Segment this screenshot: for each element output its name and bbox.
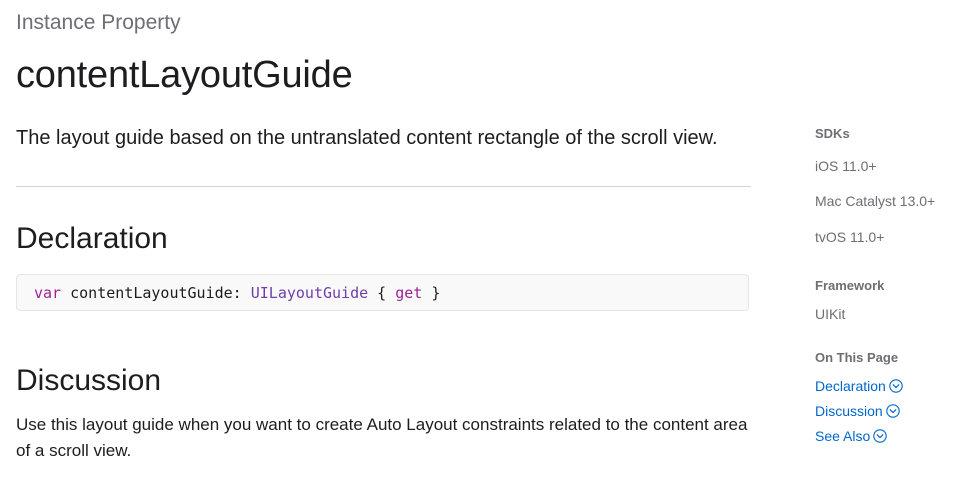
on-this-page-link-see-also[interactable]: See Also xyxy=(815,427,888,445)
sdks-label: SDKs xyxy=(815,126,850,141)
declaration-code-block: var contentLayoutGuide: UILayoutGuide { … xyxy=(16,274,749,311)
abstract: The layout guide based on the untranslat… xyxy=(16,127,718,149)
on-this-page-link-discussion[interactable]: Discussion xyxy=(815,402,900,420)
page-title: contentLayoutGuide xyxy=(16,54,353,96)
chevron-down-circle-icon xyxy=(885,404,900,418)
on-this-page-link-declaration[interactable]: Declaration xyxy=(815,377,903,395)
code-property-name: contentLayoutGuide: xyxy=(61,284,251,302)
documentation-page: Instance Property contentLayoutGuide The… xyxy=(0,0,963,484)
declaration-heading: Declaration xyxy=(16,222,168,255)
framework-label: Framework xyxy=(815,278,885,293)
sdk-tvos: tvOS 11.0+ xyxy=(815,229,885,245)
link-label: Discussion xyxy=(815,403,883,419)
declaration-code: var contentLayoutGuide: UILayoutGuide { … xyxy=(34,284,440,302)
sdk-ios: iOS 11.0+ xyxy=(815,158,877,174)
framework-uikit-link[interactable]: UIKit xyxy=(815,305,845,323)
code-brace-close: } xyxy=(422,284,441,302)
chevron-down-circle-icon xyxy=(889,379,903,393)
chevron-down-circle-icon xyxy=(873,429,888,443)
code-keyword-get: get xyxy=(395,284,423,302)
discussion-heading: Discussion xyxy=(16,364,162,397)
link-label: See Also xyxy=(815,428,871,444)
symbol-kind: Instance Property xyxy=(16,11,181,34)
divider xyxy=(16,186,751,187)
code-keyword-var: var xyxy=(34,284,62,302)
link-label: Declaration xyxy=(815,378,886,394)
code-type-link[interactable]: UILayoutGuide xyxy=(251,284,368,302)
discussion-text: Use this layout guide when you want to c… xyxy=(16,415,748,460)
sdk-mac-catalyst: Mac Catalyst 13.0+ xyxy=(815,193,936,209)
code-brace-open: { xyxy=(368,284,396,302)
on-this-page-label: On This Page xyxy=(815,350,899,365)
